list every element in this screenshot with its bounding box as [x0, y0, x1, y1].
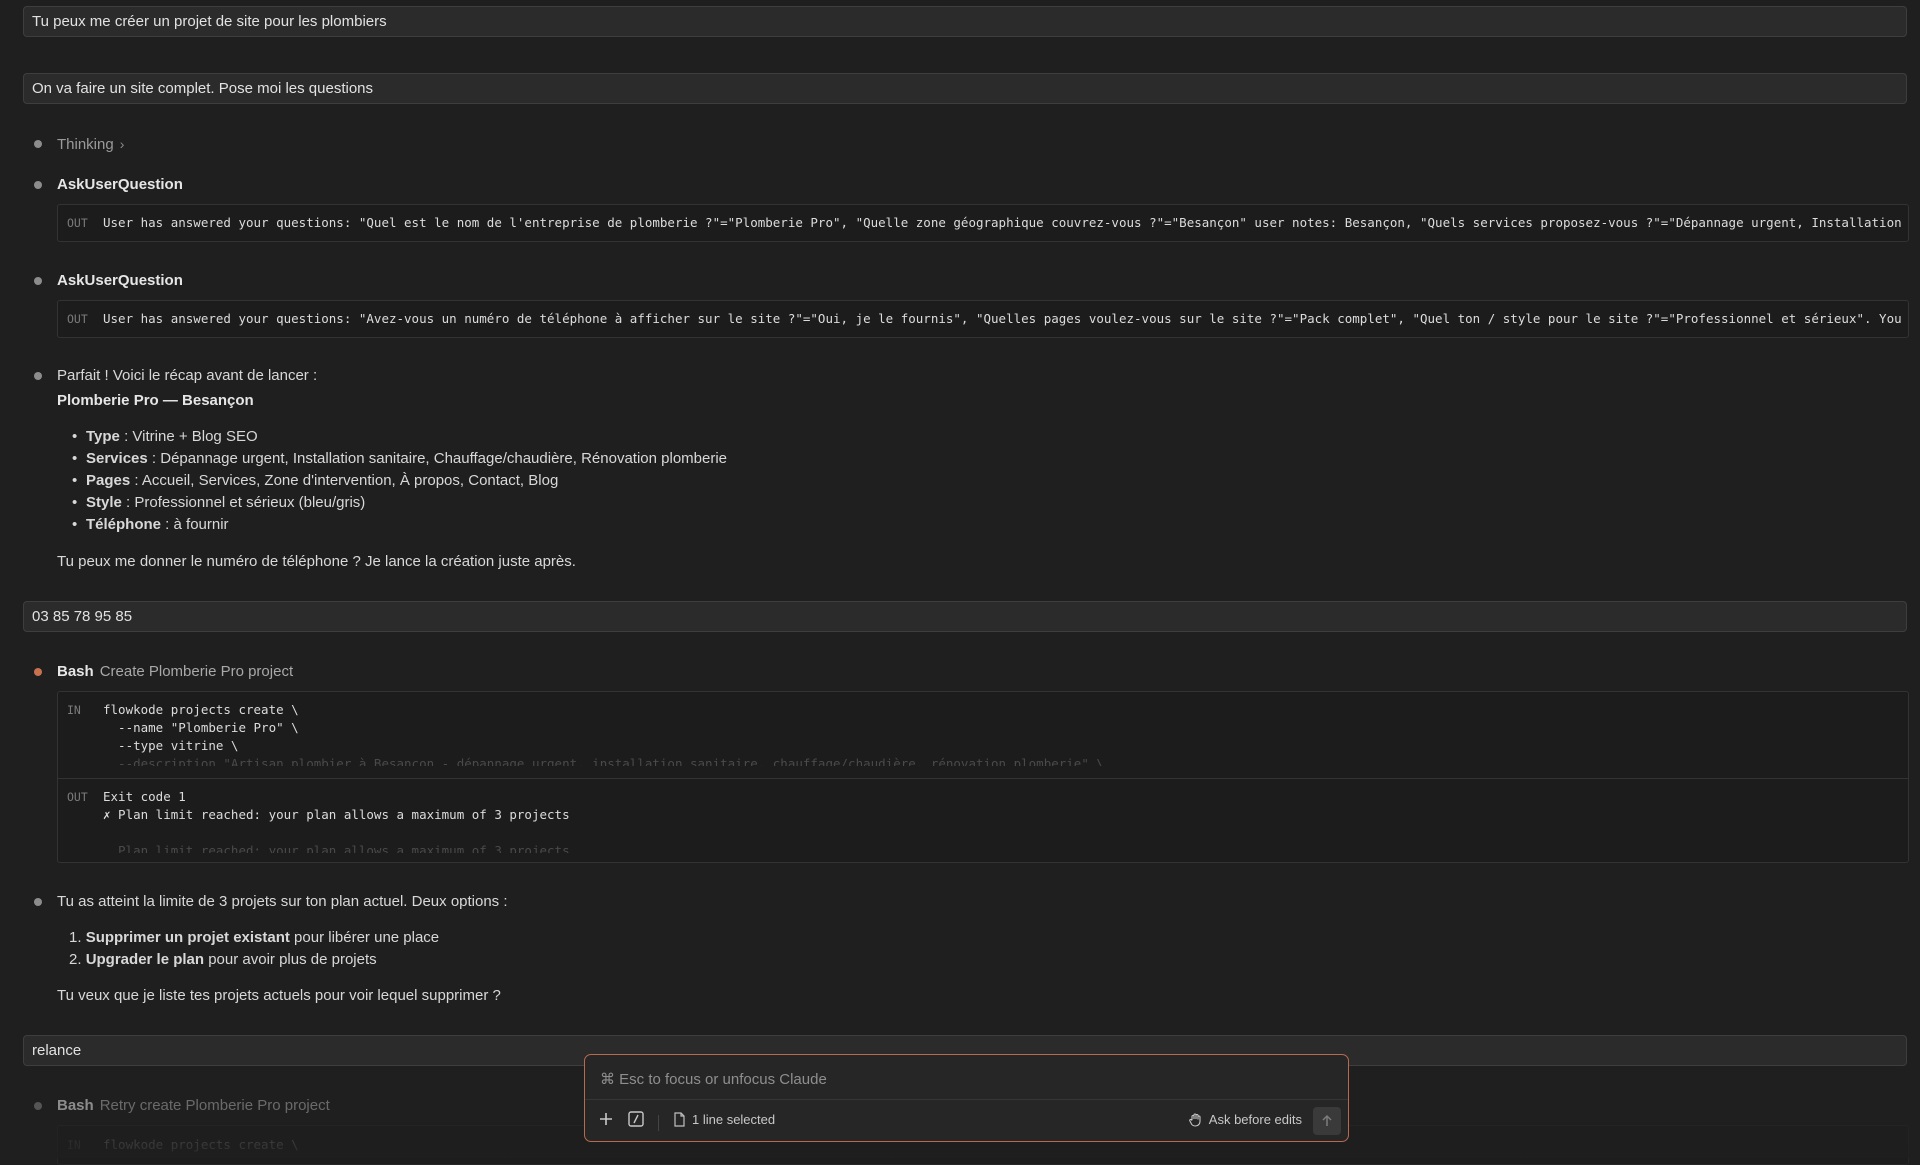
item-key: Type — [86, 428, 120, 445]
timeline-dot — [34, 1102, 42, 1110]
tool-description: Retry create Plomberie Pro project — [99, 1097, 330, 1114]
list-item: Téléphone : à fournir — [72, 515, 229, 535]
toolbar-divider — [658, 1115, 659, 1131]
thinking-toggle[interactable]: Thinking › — [57, 134, 124, 155]
list-item: Type : Vitrine + Blog SEO — [72, 427, 258, 447]
item-rest: pour avoir plus de projets — [204, 951, 377, 968]
send-button[interactable] — [1313, 1107, 1341, 1135]
code-line-faded: --description "Artisan plombier à Besanç… — [103, 756, 1104, 766]
user-message[interactable]: On va faire un site complet. Pose moi le… — [23, 73, 1907, 104]
in-label: IN — [67, 703, 81, 717]
timeline-dot — [34, 898, 42, 906]
item-value: : Professionnel et sérieux (bleu/gris) — [121, 494, 366, 511]
item-value: : Accueil, Services, Zone d'intervention… — [130, 472, 559, 489]
list-item: 1. Supprimer un projet existant pour lib… — [69, 928, 439, 948]
timeline-dot — [34, 372, 42, 380]
timeline-dot — [34, 181, 42, 189]
in-label: IN — [67, 1138, 81, 1152]
tool-output-text: User has answered your questions: "Avez-… — [103, 311, 1904, 326]
thinking-label: Thinking — [57, 136, 114, 153]
arrow-up-icon — [1322, 1114, 1332, 1126]
list-item: Pages : Accueil, Services, Zone d'interv… — [72, 471, 559, 491]
bash-input[interactable]: IN flowkode projects create \ --name "Pl… — [58, 692, 1908, 778]
composer-input[interactable]: ⌘ Esc to focus or unfocus Claude — [600, 1070, 827, 1088]
tool-output-text: User has answered your questions: "Quel … — [103, 215, 1904, 230]
mode-toggle[interactable]: Ask before edits — [1188, 1112, 1302, 1127]
item-bold: Upgrader le plan — [85, 951, 205, 968]
item-key: Téléphone — [86, 516, 162, 533]
item-value: : Dépannage urgent, Installation sanitai… — [147, 450, 728, 467]
assistant-text: Parfait ! Voici le récap avant de lancer… — [57, 367, 318, 384]
code-line: --type vitrine \ — [103, 738, 239, 753]
mode-label: Ask before edits — [1208, 1112, 1302, 1127]
tool-name: Bash — [57, 663, 94, 680]
chevron-right-icon: › — [119, 136, 125, 152]
slash-command-icon — [628, 1111, 644, 1127]
out-label: OUT — [67, 790, 88, 804]
item-rest: pour libérer une place — [289, 929, 440, 946]
assistant-text: Tu as atteint la limite de 3 projets sur… — [57, 893, 508, 910]
tool-header[interactable]: Bash Retry create Plomberie Pro project — [57, 1096, 330, 1116]
code-line: flowkode projects create \ — [103, 702, 299, 717]
selection-label: 1 line selected — [692, 1112, 776, 1127]
code-line-faded: Plan limit reached: your plan allows a m… — [103, 843, 570, 853]
out-label: OUT — [67, 312, 88, 326]
tool-header[interactable]: Bash Create Plomberie Pro project — [57, 662, 293, 682]
item-bold: Supprimer un projet existant — [85, 929, 290, 946]
code-line: --name "Plomberie Pro" \ — [103, 720, 299, 735]
hand-icon — [1189, 1113, 1201, 1127]
tool-description: Create Plomberie Pro project — [99, 663, 294, 680]
assistant-text: Tu peux me donner le numéro de téléphone… — [57, 553, 576, 570]
code-line: ✗ Plan limit reached: your plan allows a… — [103, 807, 570, 822]
item-key: Pages — [86, 472, 131, 489]
tool-name: AskUserQuestion — [57, 272, 183, 289]
plus-icon — [600, 1113, 612, 1125]
tool-name: AskUserQuestion — [57, 176, 183, 193]
user-message[interactable]: 03 85 78 95 85 — [23, 601, 1907, 632]
code-line: Exit code 1 — [103, 789, 186, 804]
user-message[interactable]: Tu peux me créer un projet de site pour … — [23, 6, 1907, 37]
tool-output-box[interactable]: OUT User has answered your questions: "Q… — [57, 204, 1909, 242]
slash-command-button[interactable] — [627, 1110, 645, 1128]
bash-box[interactable]: IN flowkode projects create \ --name "Pl… — [57, 691, 1909, 863]
list-item: Style : Professionnel et sérieux (bleu/g… — [72, 493, 366, 513]
file-icon — [674, 1112, 685, 1127]
item-number: 2. — [69, 951, 82, 968]
item-value: : Vitrine + Blog SEO — [119, 428, 258, 445]
timeline-dot — [34, 277, 42, 285]
item-key: Style — [86, 494, 122, 511]
item-value: : à fournir — [161, 516, 229, 533]
add-button[interactable] — [597, 1110, 615, 1128]
timeline-dot — [34, 140, 42, 148]
item-number: 1. — [69, 929, 82, 946]
composer-divider — [585, 1099, 1348, 1100]
assistant-text: Tu veux que je liste tes projets actuels… — [57, 987, 501, 1004]
list-item: 2. Upgrader le plan pour avoir plus de p… — [69, 950, 377, 970]
out-label: OUT — [67, 216, 88, 230]
tool-name: Bash — [57, 1097, 94, 1114]
tool-output-box[interactable]: OUT User has answered your questions: "A… — [57, 300, 1909, 338]
list-item: Services : Dépannage urgent, Installatio… — [72, 449, 728, 469]
timeline-dot-error — [34, 668, 42, 676]
item-key: Services — [86, 450, 148, 467]
selection-indicator[interactable]: 1 line selected — [673, 1112, 775, 1127]
bash-output[interactable]: OUT Exit code 1 ✗ Plan limit reached: yo… — [58, 779, 1908, 862]
chat-composer[interactable]: ⌘ Esc to focus or unfocus Claude 1 line … — [584, 1054, 1349, 1142]
recap-heading: Plomberie Pro — Besançon — [57, 392, 254, 409]
